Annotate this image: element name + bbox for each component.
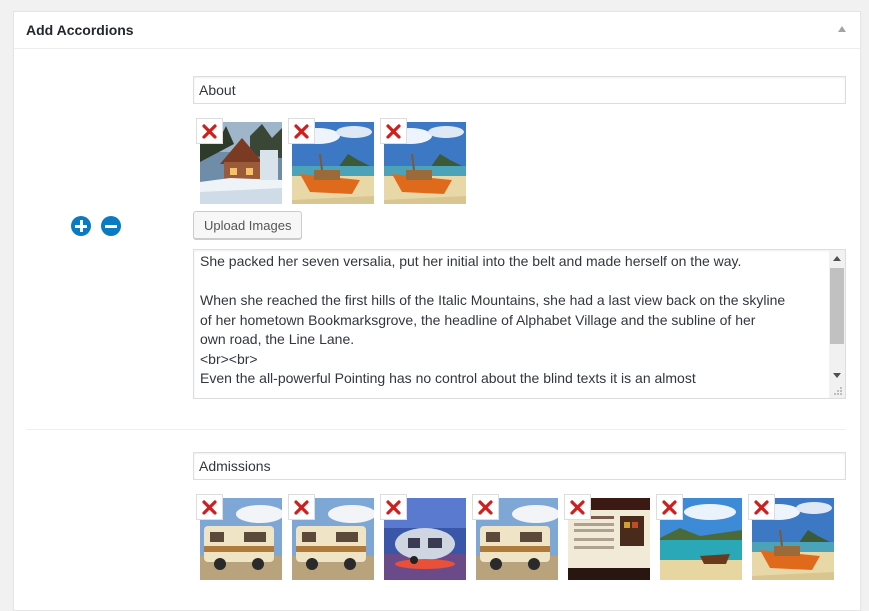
image-thumbnail (196, 494, 282, 580)
image-thumbnail (472, 494, 558, 580)
description-line: When she reached the first hills of the … (200, 292, 786, 308)
scrollbar-thumb[interactable] (830, 268, 844, 344)
red-x-icon[interactable] (656, 494, 683, 520)
description-blank-line (200, 272, 820, 292)
accordion-title-input[interactable] (193, 452, 846, 480)
image-thumbnail (196, 118, 282, 204)
description-line: own road, the Line Lane. (200, 331, 355, 347)
minus-circle-icon[interactable] (101, 216, 121, 236)
description-line: <br><br> (200, 350, 258, 367)
accordion-divider (27, 429, 845, 430)
textarea-scrollbar[interactable] (829, 250, 845, 398)
red-x-icon[interactable] (196, 494, 223, 520)
red-x-icon[interactable] (380, 494, 407, 520)
collapse-toggle-icon[interactable] (838, 26, 846, 32)
upload-images-button[interactable]: Upload Images (193, 211, 303, 239)
image-thumbnail (564, 494, 650, 580)
red-x-icon[interactable] (748, 494, 775, 520)
image-thumbnail (748, 494, 834, 580)
red-x-icon[interactable] (288, 118, 315, 144)
metabox-header[interactable]: Add Accordions (14, 12, 860, 49)
description-line: She packed her seven versalia, put her i… (200, 253, 742, 269)
accordion-description-textarea[interactable]: She packed her seven versalia, put her i… (193, 249, 846, 399)
red-x-icon[interactable] (380, 118, 407, 144)
image-thumbnail (380, 494, 466, 580)
image-thumbnail (288, 118, 374, 204)
accordion-title-input[interactable] (193, 76, 846, 104)
resize-grip-icon[interactable] (833, 386, 843, 396)
red-x-icon[interactable] (196, 118, 223, 144)
image-thumbnail (288, 494, 374, 580)
metabox-title: Add Accordions (26, 22, 134, 38)
image-thumbnail (656, 494, 742, 580)
description-line: of her hometown Bookmarksgrove, the head… (200, 311, 756, 328)
plus-circle-icon[interactable] (71, 216, 91, 236)
description-line: Even the all-powerful Pointing has no co… (200, 370, 696, 386)
scroll-down-arrow-icon[interactable] (833, 373, 841, 378)
red-x-icon[interactable] (288, 494, 315, 520)
image-thumbnail (380, 118, 466, 204)
scroll-up-arrow-icon[interactable] (833, 256, 841, 261)
red-x-icon[interactable] (564, 494, 591, 520)
red-x-icon[interactable] (472, 494, 499, 520)
description-text: She packed her seven versalia, put her i… (200, 252, 820, 389)
